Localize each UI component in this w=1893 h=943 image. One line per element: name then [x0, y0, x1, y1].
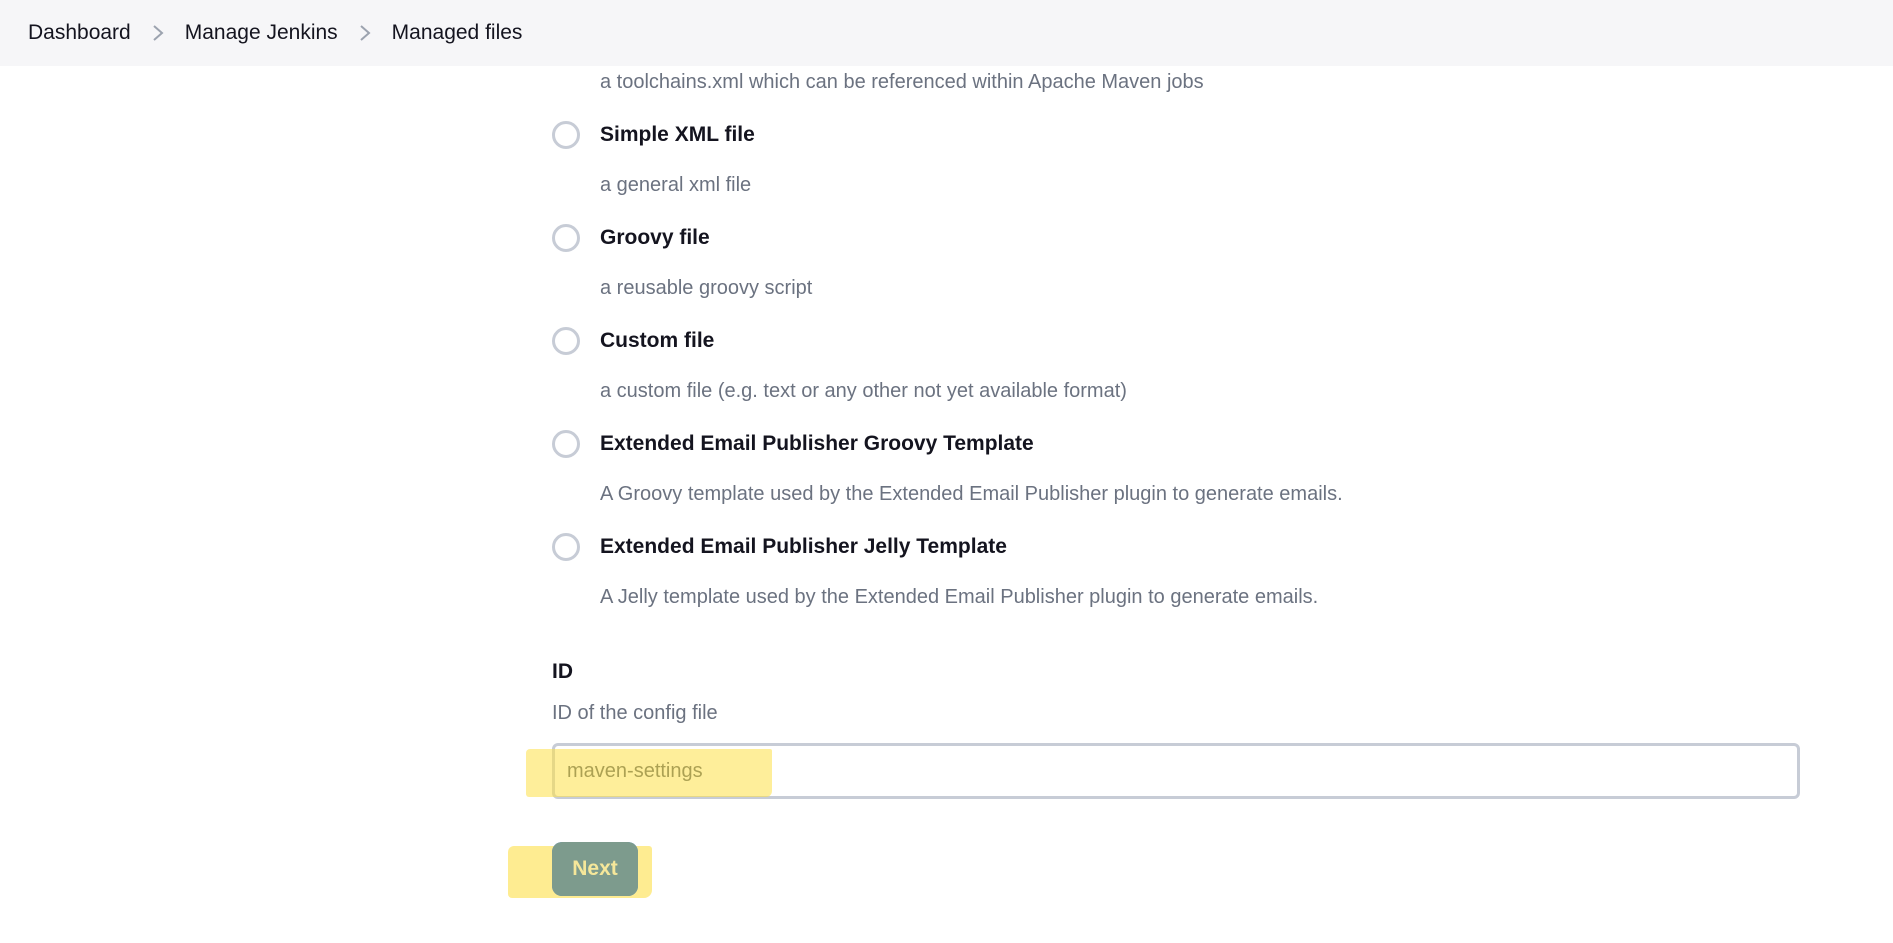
option-label[interactable]: Simple XML file	[600, 123, 755, 147]
option-description: a general xml file	[600, 174, 752, 196]
breadcrumb-managed-files[interactable]: Managed files	[392, 21, 523, 45]
option-label[interactable]: Groovy file	[600, 226, 710, 250]
option-description: A Jelly template used by the Extended Em…	[600, 586, 1319, 608]
radio-email-groovy-template[interactable]	[552, 430, 580, 458]
option-description: a reusable groovy script	[600, 277, 813, 299]
option-label[interactable]: Extended Email Publisher Jelly Template	[600, 535, 1007, 559]
radio-simple-xml[interactable]	[552, 121, 580, 149]
breadcrumb-manage-jenkins[interactable]: Manage Jenkins	[185, 21, 338, 45]
radio-custom-file[interactable]	[552, 327, 580, 355]
id-field-label: ID	[552, 660, 573, 683]
id-field-description: ID of the config file	[552, 702, 718, 724]
breadcrumb: Dashboard Manage Jenkins Managed files	[0, 0, 1893, 66]
id-input-wrapper	[526, 743, 1800, 799]
option-label[interactable]: Custom file	[600, 329, 714, 353]
chevron-right-icon	[131, 23, 185, 43]
breadcrumb-dashboard[interactable]: Dashboard	[28, 21, 131, 45]
option-description: a custom file (e.g. text or any other no…	[600, 380, 1127, 402]
next-button[interactable]	[552, 842, 638, 896]
option-description-toolchains: a toolchains.xml which can be referenced…	[600, 71, 1204, 93]
radio-email-jelly-template[interactable]	[552, 533, 580, 561]
id-input[interactable]	[552, 743, 1800, 799]
option-description: A Groovy template used by the Extended E…	[600, 483, 1343, 505]
radio-groovy-file[interactable]	[552, 224, 580, 252]
option-label[interactable]: Extended Email Publisher Groovy Template	[600, 432, 1034, 456]
chevron-right-icon	[338, 23, 392, 43]
